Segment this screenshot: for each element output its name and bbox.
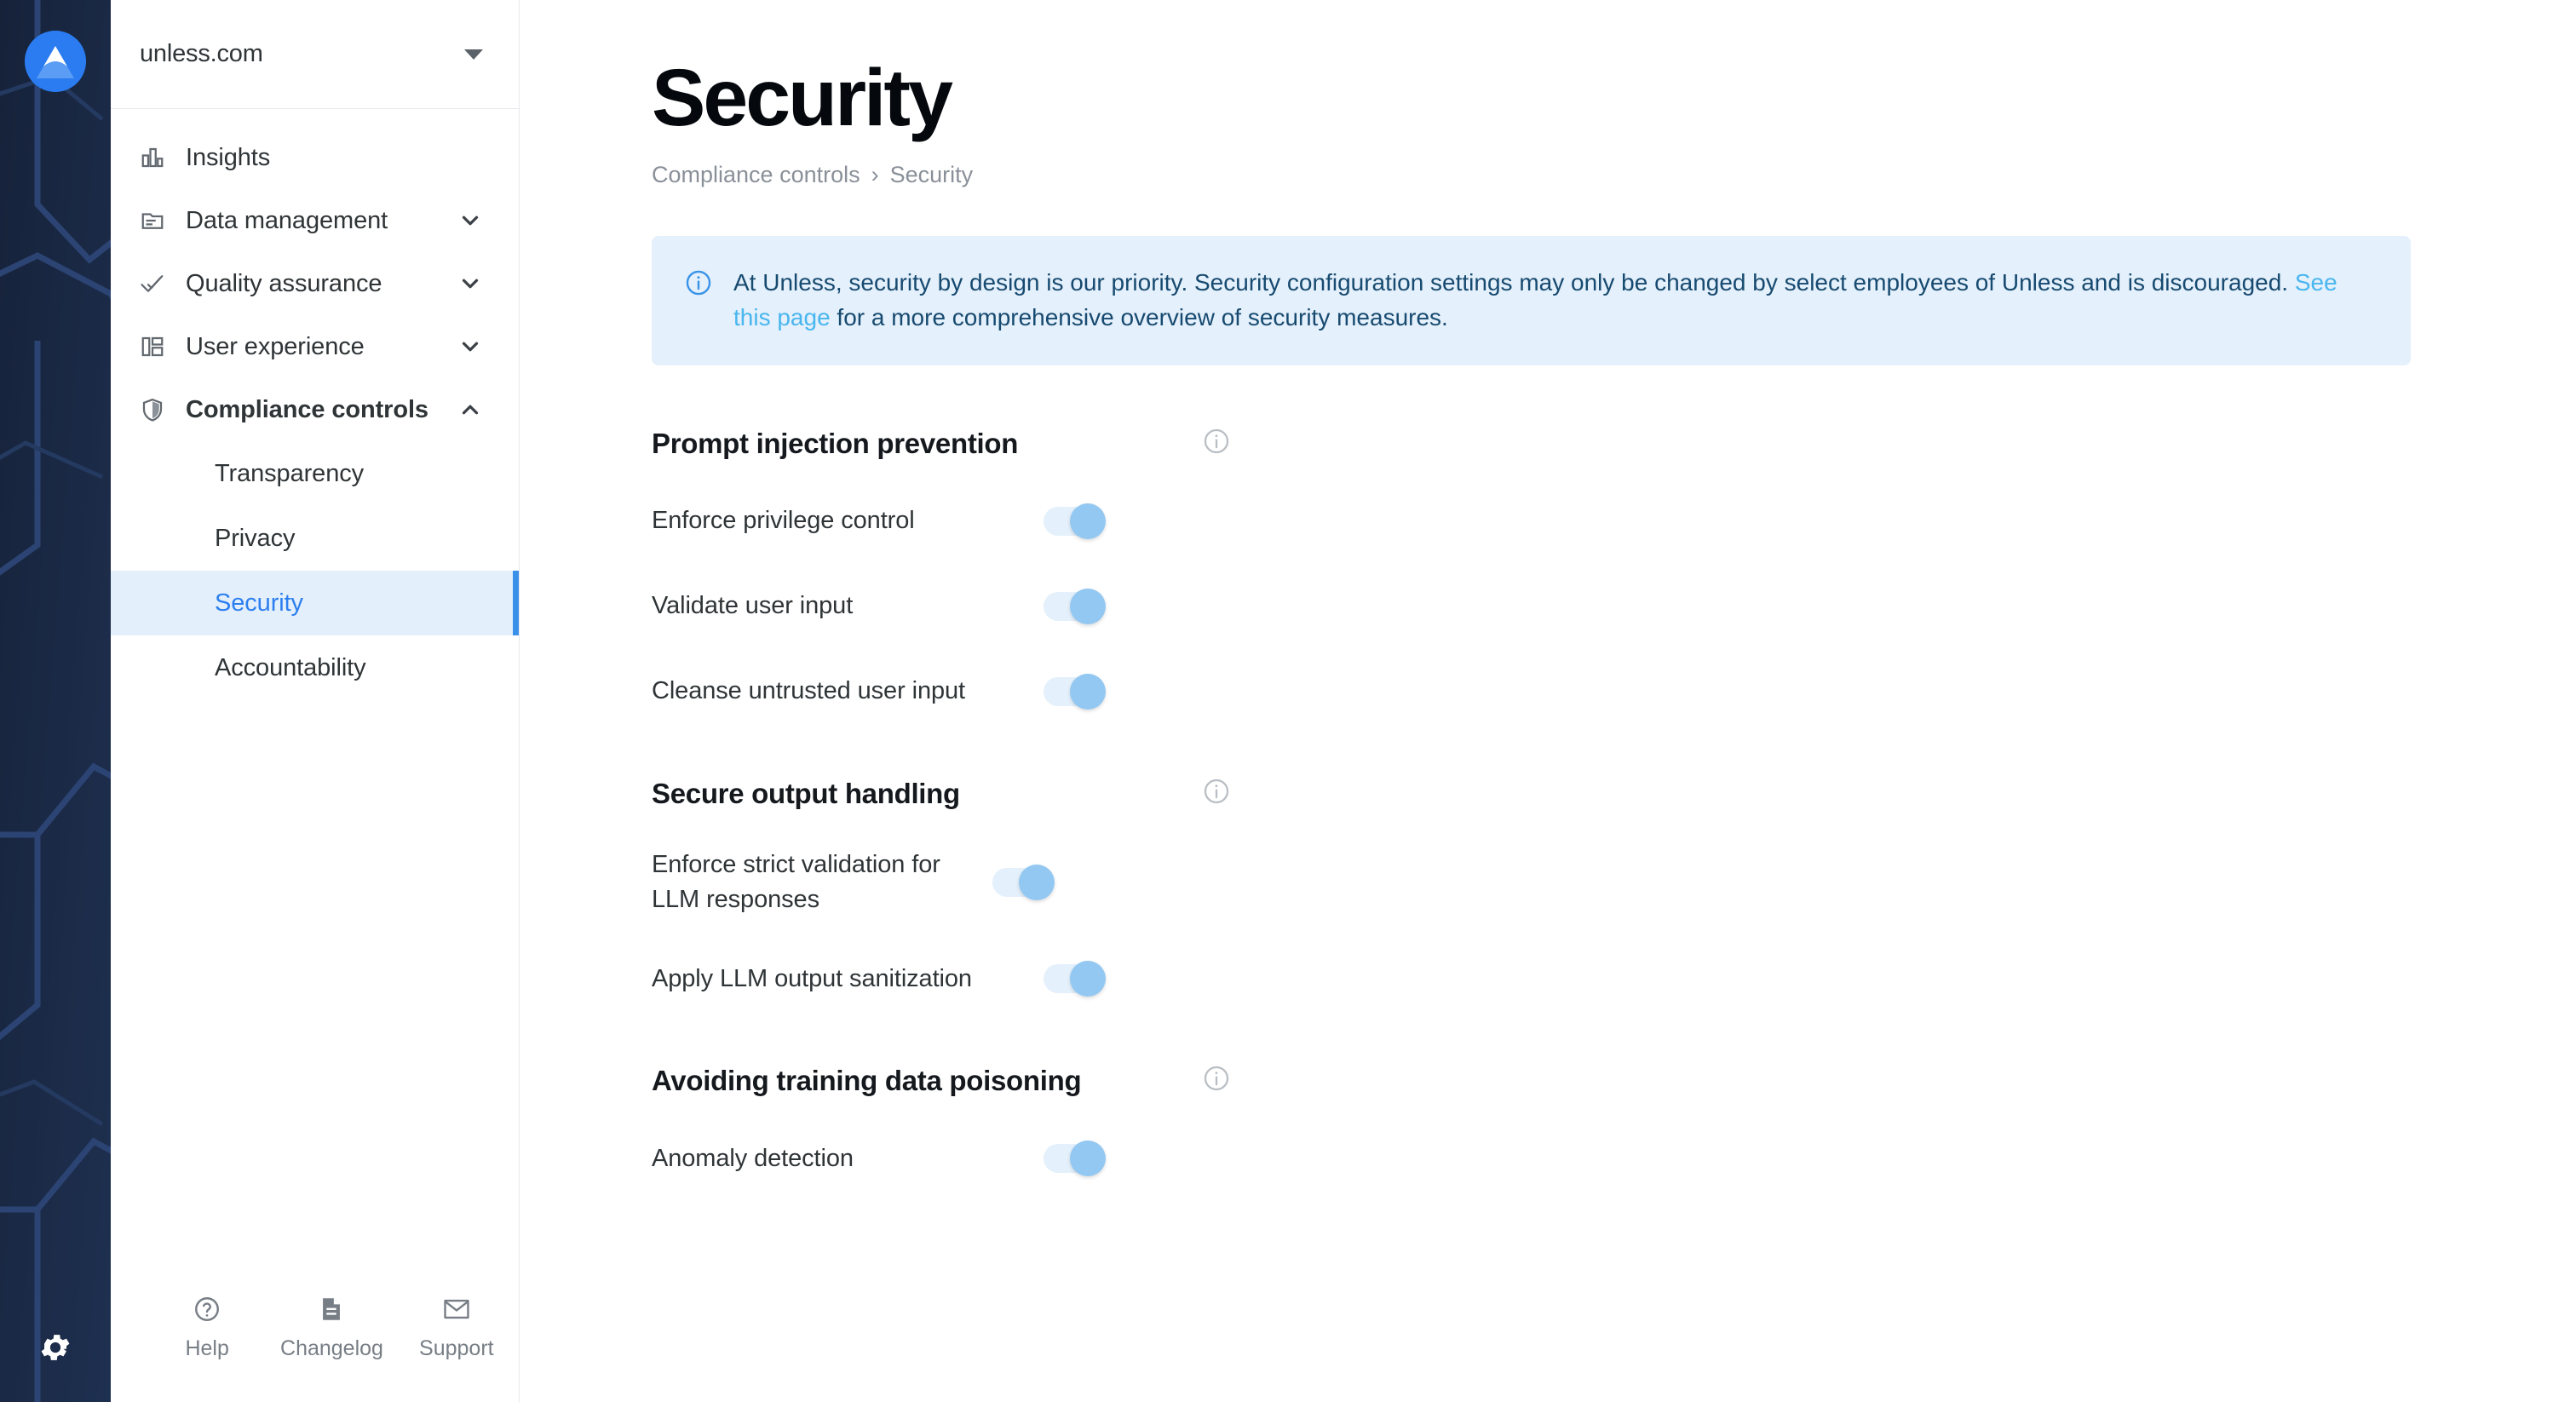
setting-label: Apply LLM output sanitization — [652, 964, 972, 992]
info-circle-icon[interactable] — [1202, 1064, 1231, 1097]
breadcrumb-parent[interactable]: Compliance controls — [652, 162, 860, 188]
envelope-icon — [442, 1295, 471, 1328]
sidebar-item-compliance-controls[interactable]: Compliance controls — [111, 378, 519, 441]
sidebar-item-transparency[interactable]: Transparency — [111, 441, 519, 506]
bar-chart-icon — [140, 145, 172, 170]
setting-row: Enforce strict validation for LLM respon… — [652, 848, 1231, 917]
setting-row: Enforce privilege control — [652, 497, 1231, 545]
section-header: Prompt injection prevention — [652, 427, 1231, 460]
setting-row: Validate user input — [652, 583, 1231, 630]
section-title: Secure output handling — [652, 777, 960, 809]
sidebar-item-accountability[interactable]: Accountability — [111, 635, 519, 700]
banner-text-before: At Unless, security by design is our pri… — [733, 268, 2295, 296]
toggle-anomaly-detection[interactable] — [1044, 1141, 1106, 1177]
breadcrumb-separator-icon: › — [871, 161, 879, 187]
section-title: Avoiding training data poisoning — [652, 1064, 1082, 1096]
gear-icon[interactable] — [28, 1320, 83, 1375]
chevron-down-icon[interactable] — [457, 334, 483, 359]
section-header: Secure output handling — [652, 777, 1231, 810]
setting-label: Validate user input — [652, 592, 854, 620]
sidebar-item-label: Compliance controls — [186, 395, 428, 423]
banner-text: At Unless, security by design is our pri… — [733, 265, 2352, 335]
sidebar-subitem-label: Privacy — [215, 524, 296, 552]
workspace-selector[interactable]: unless.com — [111, 0, 519, 109]
banner-text-after: for a more comprehensive overview of sec… — [830, 303, 1448, 330]
page-title: Security — [652, 53, 953, 143]
main-content: Security Compliance controls › Security … — [520, 0, 2576, 1402]
section-header: Avoiding training data poisoning — [652, 1064, 1231, 1097]
workspace-name: unless.com — [140, 40, 263, 67]
sidebar-footer: Help Changelog Support — [111, 1274, 519, 1402]
setting-label: Cleanse untrusted user input — [652, 677, 965, 705]
info-circle-icon[interactable] — [1202, 427, 1231, 460]
sidebar-item-label: User experience — [186, 332, 365, 360]
sidebar-subitem-label: Accountability — [215, 653, 366, 681]
info-circle-icon — [684, 268, 713, 302]
info-circle-icon[interactable] — [1202, 777, 1231, 810]
changelog-label: Changelog — [280, 1336, 383, 1360]
help-label: Help — [185, 1336, 229, 1360]
left-rail — [0, 0, 111, 1402]
sidebar-subitem-label: Transparency — [215, 459, 365, 487]
caret-down-icon[interactable] — [464, 49, 483, 60]
toggle-enforce-privilege-control[interactable] — [1044, 503, 1106, 540]
toggle-cleanse-untrusted-user-input[interactable] — [1044, 674, 1106, 710]
section-secure-output-handling: Secure output handling Enforce strict va… — [652, 777, 2576, 1003]
folder-icon — [140, 208, 172, 233]
sidebar-item-data-management[interactable]: Data management — [111, 189, 519, 252]
sidebar-subitem-label: Security — [215, 589, 303, 617]
layout-grid-icon — [140, 334, 172, 359]
breadcrumb: Compliance controls › Security — [652, 162, 2576, 188]
setting-row: Cleanse untrusted user input — [652, 668, 1231, 715]
sidebar-item-label: Insights — [186, 143, 271, 171]
help-button[interactable]: Help — [145, 1295, 269, 1361]
breadcrumb-current: Security — [889, 161, 974, 187]
chevron-down-icon[interactable] — [457, 271, 483, 296]
toggle-knob — [1070, 589, 1106, 625]
sidebar-item-user-experience[interactable]: User experience — [111, 315, 519, 378]
info-banner: At Unless, security by design is our pri… — [652, 235, 2411, 366]
sidebar-item-security[interactable]: Security — [111, 571, 519, 635]
sidebar-item-privacy[interactable]: Privacy — [111, 506, 519, 571]
toggle-apply-llm-output-sanitization[interactable] — [1044, 961, 1106, 997]
support-label: Support — [419, 1336, 494, 1360]
sidebar-item-label: Quality assurance — [186, 269, 382, 297]
check-icon — [140, 271, 172, 296]
toggle-knob — [1070, 503, 1106, 540]
shield-icon — [140, 397, 172, 422]
app-root: unless.com Insights Data management Qual… — [0, 0, 2576, 1402]
chevron-down-icon[interactable] — [457, 208, 483, 233]
unless-logo-icon[interactable] — [25, 31, 86, 92]
sidebar-item-insights[interactable]: Insights — [111, 126, 519, 189]
toggle-knob — [1019, 865, 1055, 901]
section-title: Prompt injection prevention — [652, 427, 1019, 459]
toggle-knob — [1070, 961, 1106, 997]
setting-row: Anomaly detection — [652, 1135, 1231, 1182]
toggle-knob — [1070, 674, 1106, 710]
toggle-knob — [1070, 1141, 1106, 1177]
toggle-enforce-strict-validation-for-llm-responses[interactable] — [992, 865, 1055, 901]
section-prompt-injection-prevention: Prompt injection prevention Enforce priv… — [652, 427, 2576, 715]
setting-label: Enforce strict validation for LLM respon… — [652, 851, 940, 914]
setting-label: Enforce privilege control — [652, 507, 915, 535]
rail-background-pattern — [0, 0, 111, 1402]
setting-label: Anomaly detection — [652, 1144, 854, 1172]
changelog-button[interactable]: Changelog — [269, 1295, 394, 1361]
toggle-validate-user-input[interactable] — [1044, 589, 1106, 625]
sidebar-item-quality-assurance[interactable]: Quality assurance — [111, 252, 519, 315]
setting-row: Apply LLM output sanitization — [652, 955, 1231, 1003]
sidebar-item-label: Data management — [186, 206, 388, 234]
sidebar: unless.com Insights Data management Qual… — [111, 0, 520, 1402]
support-button[interactable]: Support — [394, 1295, 519, 1361]
chevron-up-icon[interactable] — [457, 397, 483, 422]
question-circle-icon — [193, 1295, 221, 1328]
section-avoiding-training-data-poisoning: Avoiding training data poisoning Anomaly… — [652, 1064, 2576, 1182]
primary-nav: Insights Data management Quality assuran… — [111, 109, 519, 1274]
document-icon — [317, 1295, 346, 1328]
